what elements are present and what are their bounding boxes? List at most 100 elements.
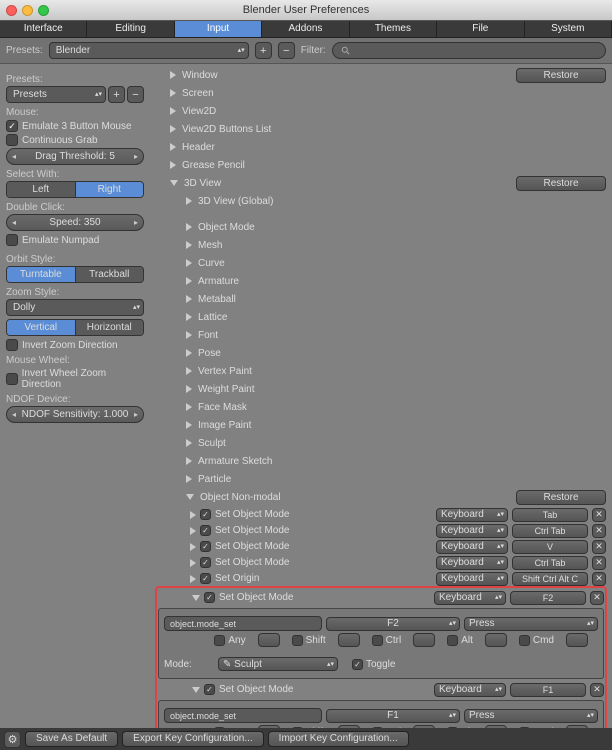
remove-item-button[interactable]: ✕ xyxy=(592,556,606,570)
tab-themes[interactable]: Themes xyxy=(350,21,437,37)
invert-zoom-checkbox[interactable]: Invert Zoom Direction xyxy=(6,339,144,351)
double-click-speed-slider[interactable]: ◂Speed: 350▸ xyxy=(6,214,144,231)
expand-icon[interactable] xyxy=(186,313,192,321)
restore-button[interactable]: Restore xyxy=(516,68,606,83)
key-field[interactable]: F2 xyxy=(510,591,586,605)
import-keyconfig-button[interactable]: Import Key Configuration... xyxy=(268,731,409,747)
km-sub-item[interactable]: Lattice xyxy=(156,308,606,326)
keymap-item-expanded[interactable]: Set Object Mode Keyboard▴▾ F2 ✕ xyxy=(158,590,604,605)
collapse-icon[interactable] xyxy=(170,180,178,186)
km-sub-item[interactable]: Armature xyxy=(156,272,606,290)
ndof-sensitivity-slider[interactable]: ◂NDOF Sensitivity: 1.000▸ xyxy=(6,406,144,423)
zoom-style-select[interactable]: Dolly▴▾ xyxy=(6,299,144,316)
tab-editing[interactable]: Editing xyxy=(87,21,174,37)
remove-item-button[interactable]: ✕ xyxy=(592,524,606,538)
mod-shift[interactable]: Shift xyxy=(292,635,326,646)
mod-key-field[interactable] xyxy=(258,633,280,647)
remove-item-button[interactable]: ✕ xyxy=(590,591,604,605)
key-field[interactable]: F1 xyxy=(510,683,586,697)
vertical-option[interactable]: Vertical xyxy=(7,320,76,335)
map-type-select[interactable]: Keyboard▴▾ xyxy=(434,591,506,605)
turntable-option[interactable]: Turntable xyxy=(7,267,76,282)
idname-field[interactable]: object.mode_set xyxy=(164,616,322,631)
km-sub-item[interactable]: Pose xyxy=(156,344,606,362)
km-3dview-global[interactable]: 3D View (Global) xyxy=(156,192,606,210)
km-3dview[interactable]: 3D ViewRestore xyxy=(156,174,606,192)
emulate-numpad-checkbox[interactable]: Emulate Numpad xyxy=(6,234,144,246)
remove-item-button[interactable]: ✕ xyxy=(592,540,606,554)
tab-file[interactable]: File xyxy=(437,21,524,37)
zoom-axis-toggle[interactable]: Vertical Horizontal xyxy=(6,319,144,336)
key-field[interactable]: Ctrl Tab xyxy=(512,556,588,570)
km-sub-item[interactable]: Image Paint xyxy=(156,416,606,434)
expand-icon[interactable] xyxy=(186,403,192,411)
map-type-select[interactable]: Keyboard▴▾ xyxy=(436,524,508,538)
map-type-select[interactable]: Keyboard▴▾ xyxy=(436,540,508,554)
collapse-icon[interactable] xyxy=(186,494,194,500)
select-left-option[interactable]: Left xyxy=(7,182,76,197)
expand-icon[interactable] xyxy=(170,143,176,151)
toggle-checkbox[interactable]: Toggle xyxy=(352,659,395,670)
km-sub-item[interactable]: Metaball xyxy=(156,290,606,308)
km-sub-item[interactable]: Curve xyxy=(156,254,606,272)
event-select[interactable]: Press▴▾ xyxy=(464,617,598,631)
km-sub-item[interactable]: Vertex Paint xyxy=(156,362,606,380)
remove-item-button[interactable]: ✕ xyxy=(590,683,604,697)
mod-alt[interactable]: Alt xyxy=(447,635,473,646)
restore-button[interactable]: Restore xyxy=(516,490,606,505)
km-sub-item[interactable]: Font xyxy=(156,326,606,344)
mod-ctrl[interactable]: Ctrl xyxy=(372,635,402,646)
select-right-option[interactable]: Right xyxy=(76,182,144,197)
km-sub-item[interactable]: Face Mask xyxy=(156,398,606,416)
mode-select[interactable]: ✎ Sculpt▴▾ xyxy=(218,657,338,671)
add-keyconfig-button[interactable]: + xyxy=(255,42,272,59)
expand-icon[interactable] xyxy=(186,457,192,465)
km-sub-item[interactable]: Object Mode xyxy=(156,218,606,236)
event-select[interactable]: Press▴▾ xyxy=(464,709,598,723)
collapse-icon[interactable] xyxy=(192,595,200,601)
km-screen[interactable]: Screen xyxy=(156,84,606,102)
expand-icon[interactable] xyxy=(186,223,192,231)
map-type-select[interactable]: Keyboard▴▾ xyxy=(436,508,508,522)
expand-icon[interactable] xyxy=(186,367,192,375)
keymap-item[interactable]: Set Object Mode Keyboard▴▾ Ctrl Tab ✕ xyxy=(156,555,606,570)
key-field[interactable]: Shift Ctrl Alt C xyxy=(512,572,588,586)
keyconfig-select[interactable]: Blender ▴▾ xyxy=(49,42,249,59)
key-field[interactable]: Ctrl Tab xyxy=(512,524,588,538)
km-window[interactable]: WindowRestore xyxy=(156,66,606,84)
expand-icon[interactable] xyxy=(170,125,176,133)
emulate-3button-checkbox[interactable]: Emulate 3 Button Mouse xyxy=(6,120,144,132)
expand-icon[interactable] xyxy=(170,161,176,169)
remove-keyconfig-button[interactable]: − xyxy=(278,42,295,59)
km-grease-pencil[interactable]: Grease Pencil xyxy=(156,156,606,174)
enable-checkbox[interactable] xyxy=(200,573,211,584)
enable-checkbox[interactable] xyxy=(204,592,215,603)
expand-icon[interactable] xyxy=(186,349,192,357)
expand-icon[interactable] xyxy=(186,439,192,447)
tab-system[interactable]: System xyxy=(525,21,612,37)
map-type-select[interactable]: Keyboard▴▾ xyxy=(436,556,508,570)
key-field[interactable]: Tab xyxy=(512,508,588,522)
keymap-item[interactable]: Set Origin Keyboard▴▾ Shift Ctrl Alt C ✕ xyxy=(156,571,606,586)
expand-icon[interactable] xyxy=(190,559,196,567)
expand-icon[interactable] xyxy=(186,331,192,339)
keymap-item[interactable]: Set Object Mode Keyboard▴▾ Tab ✕ xyxy=(156,507,606,522)
enable-checkbox[interactable] xyxy=(200,509,211,520)
km-sub-item[interactable]: Armature Sketch xyxy=(156,452,606,470)
tab-interface[interactable]: Interface xyxy=(0,21,87,37)
expand-icon[interactable] xyxy=(186,197,192,205)
keymap-item-expanded[interactable]: Set Object Mode Keyboard▴▾ F1 ✕ xyxy=(158,682,604,697)
scripts-button[interactable]: ⚙ xyxy=(4,731,21,748)
mod-key-field[interactable] xyxy=(338,633,360,647)
km-sub-item[interactable]: Sculpt xyxy=(156,434,606,452)
horizontal-option[interactable]: Horizontal xyxy=(76,320,144,335)
expand-icon[interactable] xyxy=(190,527,196,535)
export-keyconfig-button[interactable]: Export Key Configuration... xyxy=(122,731,264,747)
keytype-select[interactable]: F2▴▾ xyxy=(326,617,460,631)
km-sub-item[interactable]: Particle xyxy=(156,470,606,488)
expand-icon[interactable] xyxy=(186,421,192,429)
expand-icon[interactable] xyxy=(186,385,192,393)
enable-checkbox[interactable] xyxy=(200,557,211,568)
expand-icon[interactable] xyxy=(190,575,196,583)
orbit-style-toggle[interactable]: Turntable Trackball xyxy=(6,266,144,283)
